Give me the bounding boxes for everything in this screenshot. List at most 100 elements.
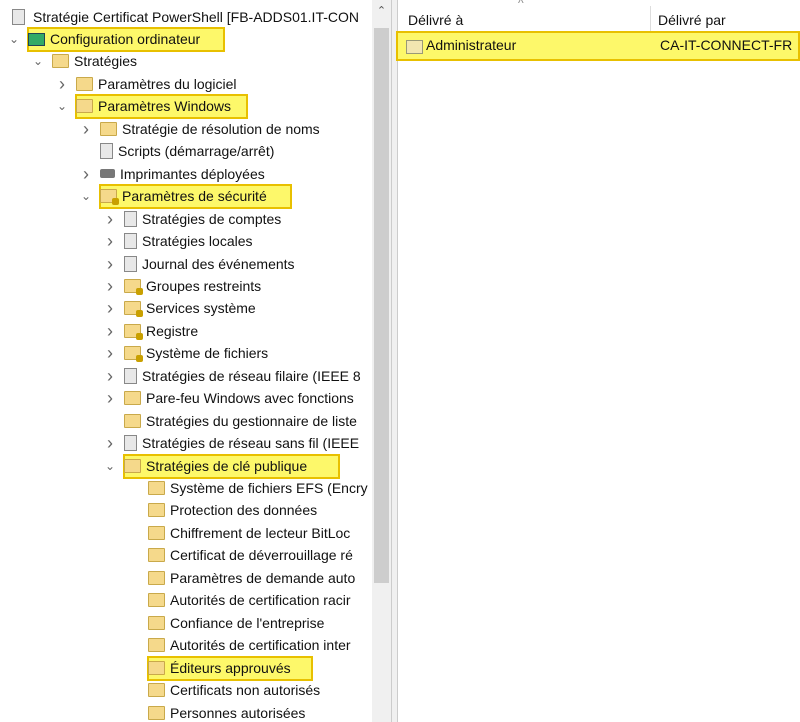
console-tree: Stratégie Certificat PowerShell [FB-ADDS… <box>0 0 372 722</box>
tree-item-label: Configuration ordinateur <box>50 31 201 47</box>
tree-item-label: Imprimantes déployées <box>120 165 265 182</box>
chevron-right-icon[interactable]: › <box>104 320 116 342</box>
tree-item-label: Confiance de l'entreprise <box>170 614 325 631</box>
tree-item-label: Autorités de certification inter <box>170 637 351 654</box>
tree-item-label: Paramètres Windows <box>98 98 232 115</box>
certificate-icon <box>406 40 423 54</box>
issued-to-cell: Administrateur <box>426 37 517 53</box>
tree-item[interactable]: › Paramètres du logiciel <box>56 73 237 95</box>
tree-item[interactable]: Paramètres de demande auto <box>128 567 355 589</box>
chevron-right-icon[interactable]: › <box>104 297 116 319</box>
tree-item[interactable]: ⌄ Stratégies <box>32 50 137 72</box>
tree-item[interactable]: › Système de fichiers <box>104 342 268 364</box>
printer-icon <box>100 169 115 179</box>
tree-item[interactable]: › Imprimantes déployées <box>80 163 265 185</box>
chevron-right-icon[interactable]: › <box>104 208 116 230</box>
chevron-right-icon[interactable]: › <box>104 432 116 454</box>
tree-item[interactable]: Certificat de déverrouillage ré <box>128 544 353 566</box>
folder-icon <box>148 615 165 630</box>
folder-icon <box>76 99 93 114</box>
tree-item-label: Services système <box>146 300 256 317</box>
table-row[interactable]: Administrateur CA-IT-CONNECT-FR <box>396 31 800 61</box>
tree-item[interactable]: Confiance de l'entreprise <box>128 612 324 634</box>
tree-item[interactable]: ⌄ Paramètres Windows <box>56 95 231 117</box>
tree-item-label: Paramètres de sécurité <box>122 188 267 205</box>
pane-splitter[interactable] <box>391 0 398 722</box>
chevron-right-icon[interactable]: › <box>80 163 92 185</box>
chevron-right-icon[interactable]: › <box>104 387 116 409</box>
tree-item[interactable]: Scripts (démarrage/arrêt) <box>80 140 274 162</box>
chevron-right-icon[interactable]: › <box>80 118 92 140</box>
folder-icon <box>148 548 165 563</box>
tree-item[interactable]: › Stratégies de réseau filaire (IEEE 8 <box>104 365 361 387</box>
chevron-down-icon[interactable]: ⌄ <box>56 95 68 117</box>
scroll-up-icon[interactable]: ⌃ <box>372 4 391 17</box>
tree-root[interactable]: Stratégie Certificat PowerShell [FB-ADDS… <box>12 6 359 28</box>
lock-icon <box>124 323 143 340</box>
tree-item[interactable]: › Stratégies de réseau sans fil (IEEE <box>104 432 359 454</box>
tree-item-label: Stratégies du gestionnaire de liste <box>146 412 357 429</box>
folder-icon <box>148 660 165 675</box>
chevron-right-icon[interactable]: › <box>104 253 116 275</box>
tree-item-label: Groupes restreints <box>146 277 262 294</box>
tree-item[interactable]: › Stratégie de résolution de noms <box>80 118 320 140</box>
chevron-right-icon[interactable]: › <box>56 73 68 95</box>
column-divider[interactable] <box>650 6 651 32</box>
tree-item-label: Certificat de déverrouillage ré <box>170 547 353 564</box>
tree-item-label: Système de fichiers EFS (Encry <box>170 480 368 496</box>
column-issued-by[interactable]: Délivré par <box>658 8 726 32</box>
tree-item[interactable]: Système de fichiers EFS (Encry <box>128 477 368 499</box>
tree-item[interactable]: Personnes autorisées <box>128 702 305 722</box>
tree-item-label: Journal des événements <box>142 255 295 272</box>
tree-item-label: Autorités de certification racir <box>170 592 351 609</box>
scrollbar-thumb[interactable] <box>374 28 389 583</box>
issued-by-cell: CA-IT-CONNECT-FR <box>660 37 793 53</box>
tree-item[interactable]: Certificats non autorisés <box>128 679 320 701</box>
tree-item[interactable]: › Registre <box>104 320 198 342</box>
tree-item[interactable]: ⌄ Paramètres de sécurité <box>80 185 267 207</box>
chevron-down-icon[interactable]: ⌄ <box>32 50 44 72</box>
tree-item[interactable]: Autorités de certification racir <box>128 589 351 611</box>
tree-item-label: Paramètres du logiciel <box>98 75 237 92</box>
tree-item-label: Scripts (démarrage/arrêt) <box>118 143 275 160</box>
chevron-right-icon[interactable]: › <box>104 342 116 364</box>
tree-item-label: Paramètres de demande auto <box>170 569 356 586</box>
chevron-right-icon[interactable]: › <box>104 230 116 252</box>
chevron-right-icon[interactable]: › <box>104 365 116 387</box>
folder-icon <box>148 570 165 585</box>
doc-icon <box>124 233 137 250</box>
column-issued-to[interactable]: Délivré à <box>408 8 463 32</box>
lock-icon <box>124 278 143 295</box>
tree-item[interactable]: Éditeurs approuvés <box>128 657 291 679</box>
tree-item[interactable]: › Journal des événements <box>104 253 295 275</box>
tree-item-label: Stratégies <box>74 53 138 70</box>
sort-ascending-icon: ^ <box>518 0 524 10</box>
tree-item[interactable]: ⌄ Configuration ordinateur <box>8 28 200 50</box>
folder-icon <box>52 54 69 69</box>
tree-item[interactable]: › Stratégies locales <box>104 230 253 252</box>
folder-icon <box>148 525 165 540</box>
tree-item-label: Stratégies de clé publique <box>146 457 308 474</box>
chevron-down-icon[interactable]: ⌄ <box>104 455 116 477</box>
doc-icon <box>124 367 137 384</box>
doc-icon <box>100 143 113 160</box>
tree-item[interactable]: Protection des données <box>128 499 317 521</box>
tree-item-label: Chiffrement de lecteur BitLoc <box>170 524 351 541</box>
folder-icon <box>124 413 141 428</box>
tree-item[interactable]: Autorités de certification inter <box>128 634 351 656</box>
tree-item[interactable]: › Stratégies de comptes <box>104 208 281 230</box>
tree-item[interactable]: › Groupes restreints <box>104 275 261 297</box>
tree-item[interactable]: › Services système <box>104 297 256 319</box>
chevron-right-icon[interactable]: › <box>104 275 116 297</box>
tree-item[interactable]: Stratégies du gestionnaire de liste <box>104 410 357 432</box>
policy-icon <box>12 9 25 25</box>
tree-scrollbar[interactable]: ⌃ <box>372 0 391 722</box>
folder-icon <box>124 458 141 473</box>
tree-item[interactable]: Chiffrement de lecteur BitLoc <box>128 522 350 544</box>
tree-item-label: Pare-feu Windows avec fonctions <box>146 390 354 407</box>
tree-item[interactable]: ⌄ Stratégies de clé publique <box>104 455 307 477</box>
chevron-down-icon[interactable]: ⌄ <box>80 185 92 207</box>
tree-item-label: Personnes autorisées <box>170 704 306 721</box>
chevron-down-icon[interactable]: ⌄ <box>8 28 20 50</box>
tree-item[interactable]: › Pare-feu Windows avec fonctions <box>104 387 354 409</box>
